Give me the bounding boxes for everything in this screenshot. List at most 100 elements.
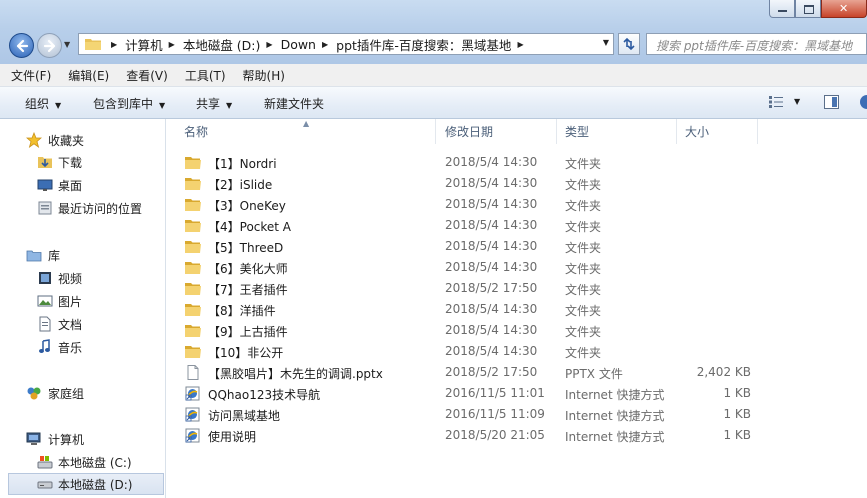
file-type: 文件夹 bbox=[565, 241, 602, 255]
menu-help[interactable]: 帮助(H) bbox=[237, 67, 291, 84]
file-date: 2018/5/4 14:30 bbox=[445, 155, 538, 169]
file-row[interactable]: 【2】iSlide 2018/5/4 14:30 文件夹 bbox=[166, 173, 867, 194]
nav-music[interactable]: 音乐 bbox=[0, 336, 164, 358]
homegroup-icon bbox=[27, 387, 41, 400]
file-row[interactable]: 【6】美化大师 2018/5/4 14:30 文件夹 bbox=[166, 257, 867, 278]
file-name: 【1】Nordri bbox=[208, 157, 277, 171]
back-button[interactable] bbox=[9, 33, 34, 58]
nav-computer-label: 计算机 bbox=[48, 432, 85, 447]
refresh-button[interactable] bbox=[618, 33, 640, 55]
new-folder-button[interactable]: 新建文件夹 bbox=[264, 95, 324, 112]
nav-pictures-label: 图片 bbox=[58, 294, 83, 309]
star-icon bbox=[26, 132, 42, 148]
nav-favorites-label: 收藏夹 bbox=[48, 133, 85, 148]
file-name: QQhao123技术导航 bbox=[208, 388, 321, 402]
organize-label: 组织 bbox=[25, 97, 50, 111]
nav-videos-label: 视频 bbox=[58, 271, 83, 286]
file-name: 【8】洋插件 bbox=[208, 304, 276, 318]
file-date: 2018/5/20 21:05 bbox=[445, 428, 545, 442]
file-type: Internet 快捷方式 bbox=[565, 409, 665, 423]
document-library-icon bbox=[39, 316, 51, 332]
file-list: ▲ 名称 修改日期 类型 大小 【1】Nordri 2018/5/4 14:30 文… bbox=[166, 119, 867, 498]
file-row[interactable]: 【7】王者插件 2018/5/2 17:50 文件夹 bbox=[166, 278, 867, 299]
breadcrumb-root-arrow[interactable]: ▶ bbox=[111, 40, 117, 49]
nav-recent-places[interactable]: 最近访问的位置 bbox=[0, 197, 164, 219]
nav-downloads[interactable]: 下载 bbox=[0, 151, 164, 173]
file-row[interactable]: 【5】ThreeD 2018/5/4 14:30 文件夹 bbox=[166, 236, 867, 257]
include-in-library-button[interactable]: 包含到库中 ▼ bbox=[93, 95, 165, 112]
file-date: 2016/11/5 11:01 bbox=[445, 386, 545, 400]
file-row[interactable]: 【黑胶唱片】木先生的调调.pptx 2018/5/2 17:50 PPTX 文件 2,… bbox=[166, 362, 867, 383]
help-icon[interactable] bbox=[860, 95, 867, 109]
search-box[interactable]: 搜索 ppt插件库-百度搜索：黑域基地 bbox=[646, 33, 867, 55]
file-size: 1 KB bbox=[723, 428, 751, 442]
column-header-date[interactable]: 修改日期 bbox=[436, 119, 557, 144]
nav-computer[interactable]: 计算机 bbox=[0, 428, 164, 450]
nav-desktop-label: 桌面 bbox=[58, 178, 83, 193]
file-type: PPTX 文件 bbox=[565, 367, 623, 381]
maximize-button[interactable] bbox=[795, 0, 821, 18]
file-row[interactable]: 【1】Nordri 2018/5/4 14:30 文件夹 bbox=[166, 152, 867, 173]
file-date: 2018/5/4 14:30 bbox=[445, 218, 538, 232]
file-name: 【9】上古插件 bbox=[208, 325, 288, 339]
breadcrumb-item[interactable]: Down ▶ bbox=[281, 37, 337, 52]
video-library-icon bbox=[39, 272, 51, 284]
share-button[interactable]: 共享 ▼ bbox=[196, 95, 232, 112]
file-type: 文件夹 bbox=[565, 220, 602, 234]
view-options-icon[interactable] bbox=[769, 96, 783, 108]
preview-pane-icon[interactable] bbox=[824, 95, 839, 109]
file-row[interactable]: 访问黑域基地 2016/11/5 11:09 Internet 快捷方式 1 KB bbox=[166, 404, 867, 425]
breadcrumb-item[interactable]: ppt插件库-百度搜索：黑域基地 ▶ bbox=[336, 35, 531, 54]
file-type: Internet 快捷方式 bbox=[565, 430, 665, 444]
menu-edit[interactable]: 编辑(E) bbox=[62, 67, 115, 84]
nav-videos[interactable]: 视频 bbox=[0, 267, 164, 289]
address-dropdown-icon[interactable]: ▼ bbox=[603, 38, 609, 47]
nav-documents[interactable]: 文档 bbox=[0, 313, 164, 335]
nav-libraries[interactable]: 库 bbox=[0, 244, 164, 266]
file-row[interactable]: 【10】非公开 2018/5/4 14:30 文件夹 bbox=[166, 341, 867, 362]
column-header-name[interactable]: 名称 bbox=[166, 119, 436, 144]
nav-drive-c[interactable]: 本地磁盘 (C:) bbox=[0, 451, 164, 473]
navigation-pane: 收藏夹 下载 桌面 最近访问的位置 库 视频 图片 文档 音乐 家庭组 计算机 … bbox=[0, 119, 166, 498]
file-row[interactable]: 【8】洋插件 2018/5/4 14:30 文件夹 bbox=[166, 299, 867, 320]
menu-bar: 文件(F) 编辑(E) 查看(V) 工具(T) 帮助(H) bbox=[0, 64, 867, 87]
file-date: 2016/11/5 11:09 bbox=[445, 407, 545, 421]
menu-tools[interactable]: 工具(T) bbox=[179, 67, 232, 84]
file-row[interactable]: 【9】上古插件 2018/5/4 14:30 文件夹 bbox=[166, 320, 867, 341]
include-library-label: 包含到库中 bbox=[93, 97, 154, 111]
nav-homegroup[interactable]: 家庭组 bbox=[0, 382, 164, 404]
refresh-icon bbox=[623, 37, 635, 51]
column-header-size[interactable]: 大小 bbox=[677, 119, 758, 144]
file-row[interactable]: QQhao123技术导航 2016/11/5 11:01 Internet 快捷方式… bbox=[166, 383, 867, 404]
forward-button[interactable] bbox=[37, 33, 62, 58]
chevron-down-icon: ▼ bbox=[159, 101, 166, 110]
nav-favorites[interactable]: 收藏夹 bbox=[0, 129, 164, 151]
nav-drive-d[interactable]: 本地磁盘 (D:) bbox=[8, 473, 164, 495]
file-row[interactable]: 【3】OneKey 2018/5/4 14:30 文件夹 bbox=[166, 194, 867, 215]
file-size: 2,402 KB bbox=[696, 365, 751, 379]
breadcrumb-item[interactable]: 计算机 ▶ bbox=[125, 35, 183, 54]
nav-pictures[interactable]: 图片 bbox=[0, 290, 164, 312]
recent-places-icon bbox=[38, 201, 52, 215]
drive-icon bbox=[37, 481, 53, 489]
minimize-button[interactable] bbox=[769, 0, 795, 18]
file-row[interactable]: 使用说明 2018/5/20 21:05 Internet 快捷方式 1 KB bbox=[166, 425, 867, 446]
menu-file[interactable]: 文件(F) bbox=[5, 67, 57, 84]
recent-pages-dropdown[interactable]: ▼ bbox=[64, 40, 70, 49]
share-label: 共享 bbox=[196, 97, 221, 111]
address-bar[interactable]: ▶ 计算机 ▶ 本地磁盘 (D:) ▶ Down ▶ ppt插件库-百度搜索：黑域基地… bbox=[78, 33, 614, 55]
nav-desktop[interactable]: 桌面 bbox=[0, 174, 164, 196]
file-name: 【7】王者插件 bbox=[208, 283, 288, 297]
file-name: 【6】美化大师 bbox=[208, 262, 288, 276]
view-dropdown-icon[interactable]: ▼ bbox=[794, 97, 800, 106]
column-header-type[interactable]: 类型 bbox=[557, 119, 677, 144]
file-row[interactable]: 【4】Pocket A 2018/5/4 14:30 文件夹 bbox=[166, 215, 867, 236]
file-type: 文件夹 bbox=[565, 199, 602, 213]
organize-button[interactable]: 组织 ▼ bbox=[25, 95, 61, 112]
file-type: Internet 快捷方式 bbox=[565, 388, 665, 402]
file-type: 文件夹 bbox=[565, 262, 602, 276]
menu-view[interactable]: 查看(V) bbox=[120, 67, 174, 84]
breadcrumb-item[interactable]: 本地磁盘 (D:) ▶ bbox=[183, 35, 281, 54]
file-type: 文件夹 bbox=[565, 325, 602, 339]
close-button[interactable] bbox=[821, 0, 867, 18]
